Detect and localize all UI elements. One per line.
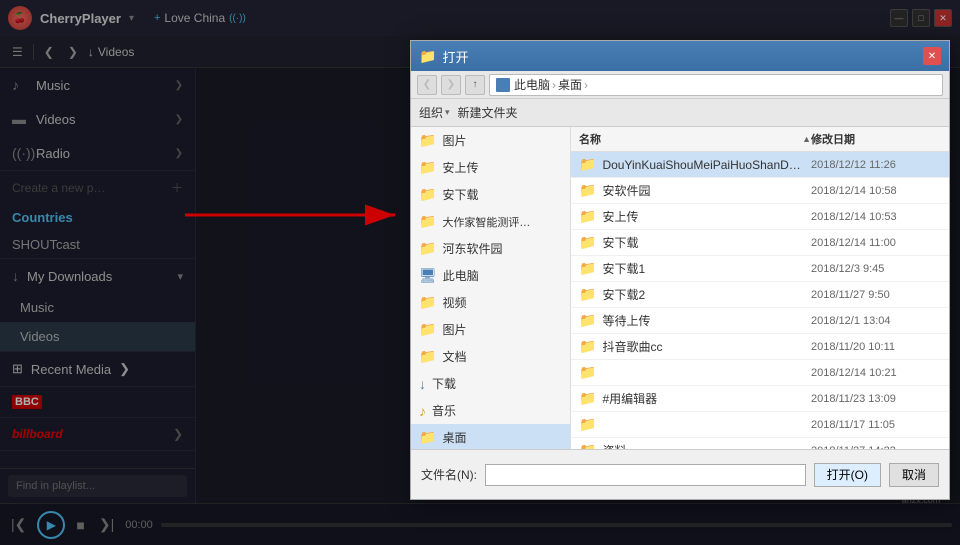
music-folder-icon: ♪: [419, 403, 426, 419]
breadcrumb-folder: 桌面: [558, 76, 582, 93]
file-folder-icon: 📁: [579, 234, 596, 251]
app-window: 🍒 CherryPlayer ▾ + Love China ((·)) — □ …: [0, 0, 960, 545]
dialog-sidebar-download[interactable]: 📁 安下载: [411, 181, 570, 208]
file-item[interactable]: 📁 抖音歌曲cc 2018/11/20 10:11: [571, 334, 949, 360]
breadcrumb-bar: 此电脑 › 桌面 ›: [489, 74, 943, 96]
file-item[interactable]: 📁 安下载 2018/12/14 11:00: [571, 230, 949, 256]
folder-icon: 📁: [419, 213, 436, 230]
file-item[interactable]: 📁 #用编辑器 2018/11/23 13:09: [571, 386, 949, 412]
dialog-sidebar-thispc[interactable]: 🖥 此电脑: [411, 262, 570, 289]
dialog-close-button[interactable]: ✕: [923, 47, 941, 65]
download-icon: ↓: [419, 376, 426, 392]
dialog-sidebar-pictures[interactable]: 📁 图片: [411, 127, 570, 154]
breadcrumb-sep2: ›: [584, 78, 588, 92]
dialog-sidebar-upload[interactable]: 📁 安上传: [411, 154, 570, 181]
dialog-back-button[interactable]: ❮: [417, 75, 437, 95]
dialog-main-area: 名称 ▲ 修改日期 📁 DouYinKuaiShouMeiPaiHuoShanD…: [571, 127, 949, 449]
file-item[interactable]: 📁 2018/12/14 10:21: [571, 360, 949, 386]
dialog-forward-button[interactable]: ❯: [441, 75, 461, 95]
dialog-sidebar-desktop[interactable]: 📁 桌面: [411, 424, 570, 449]
dialog-sidebar-dl[interactable]: ↓ 下载: [411, 370, 570, 397]
file-item[interactable]: 📁 安上传 2018/12/14 10:53: [571, 204, 949, 230]
dialog-folder-icon: 📁: [419, 48, 436, 65]
file-folder-icon: 📁: [579, 364, 596, 381]
folder-icon: 📁: [419, 159, 436, 176]
pc-breadcrumb-icon: [496, 78, 510, 92]
dialog-sidebar-video-folder[interactable]: 📁 视频: [411, 289, 570, 316]
pc-icon: 🖥: [419, 267, 437, 284]
col-date-header: 修改日期: [811, 131, 941, 147]
file-item[interactable]: 📁 等待上传 2018/12/1 13:04: [571, 308, 949, 334]
folder-icon: 📁: [419, 294, 436, 311]
file-item[interactable]: 📁 DouYinKuaiShouMeiPaiHuoShanDown 2018/1…: [571, 152, 949, 178]
new-folder-button[interactable]: 新建文件夹: [458, 104, 518, 121]
folder-icon: 📁: [419, 321, 436, 338]
file-folder-icon: 📁: [579, 208, 596, 225]
organize-dropdown-icon: ▾: [445, 107, 450, 118]
col-name-header: 名称: [579, 131, 800, 147]
folder-icon: 📁: [419, 132, 436, 149]
dialog-sidebar-pic-folder[interactable]: 📁 图片: [411, 316, 570, 343]
file-folder-icon: 📁: [579, 260, 596, 277]
file-folder-icon: 📁: [579, 312, 596, 329]
sort-icon: ▲: [802, 134, 811, 144]
file-folder-icon: 📁: [579, 442, 596, 449]
file-item[interactable]: 📁 安软件园 2018/12/14 10:58: [571, 178, 949, 204]
organize-button[interactable]: 组织 ▾: [419, 104, 450, 121]
filename-label: 文件名(N):: [421, 466, 477, 483]
folder-icon: 📁: [419, 348, 436, 365]
dialog-toolbar: 组织 ▾ 新建文件夹: [411, 99, 949, 127]
file-folder-icon: 📁: [579, 182, 596, 199]
folder-icon: 📁: [419, 240, 436, 257]
desktop-folder-icon: 📁: [419, 429, 436, 446]
dialog-footer: 文件名(N): 打开(O) 取消: [411, 449, 949, 499]
dialog-overlay: 📁 打开 ✕ ❮ ❯ ↑ 此电脑 › 桌面 ›: [0, 0, 960, 545]
dialog-window-controls: ✕: [923, 47, 941, 65]
cancel-button[interactable]: 取消: [889, 463, 939, 487]
dialog-body: 📁 图片 📁 安上传 📁 安下载 📁 大作家智能测评…: [411, 127, 949, 449]
dialog-sidebar-music-folder[interactable]: ♪ 音乐: [411, 397, 570, 424]
breadcrumb-pc: 此电脑: [514, 76, 550, 93]
open-button[interactable]: 打开(O): [814, 463, 881, 487]
file-item[interactable]: 📁 2018/11/17 11:05: [571, 412, 949, 438]
breadcrumb-sep1: ›: [552, 78, 556, 92]
file-folder-icon: 📁: [579, 156, 596, 173]
dialog-title-bar: 📁 打开 ✕: [411, 41, 949, 71]
file-dialog: 📁 打开 ✕ ❮ ❯ ↑ 此电脑 › 桌面 ›: [410, 40, 950, 500]
dialog-title: 打开: [442, 47, 468, 66]
folder-icon: 📁: [419, 186, 436, 203]
file-item[interactable]: 📁 安下载2 2018/11/27 9:50: [571, 282, 949, 308]
file-item[interactable]: 📁 安下载1 2018/12/3 9:45: [571, 256, 949, 282]
list-header: 名称 ▲ 修改日期: [571, 127, 949, 152]
file-folder-icon: 📁: [579, 390, 596, 407]
file-folder-icon: 📁: [579, 338, 596, 355]
file-list: 📁 DouYinKuaiShouMeiPaiHuoShanDown 2018/1…: [571, 152, 949, 449]
dialog-sidebar: 📁 图片 📁 安上传 📁 安下载 📁 大作家智能测评…: [411, 127, 571, 449]
dialog-sidebar-docs[interactable]: 📁 文档: [411, 343, 570, 370]
file-folder-icon: 📁: [579, 286, 596, 303]
file-folder-icon: 📁: [579, 416, 596, 433]
dialog-sidebar-zuojia[interactable]: 📁 大作家智能测评…: [411, 208, 570, 235]
file-item[interactable]: 📁 资料 2018/11/27 14:22: [571, 438, 949, 449]
dialog-sidebar-hedong[interactable]: 📁 河东软件园: [411, 235, 570, 262]
filename-input[interactable]: [485, 464, 806, 486]
dialog-up-button[interactable]: ↑: [465, 75, 485, 95]
dialog-nav-bar: ❮ ❯ ↑ 此电脑 › 桌面 ›: [411, 71, 949, 99]
